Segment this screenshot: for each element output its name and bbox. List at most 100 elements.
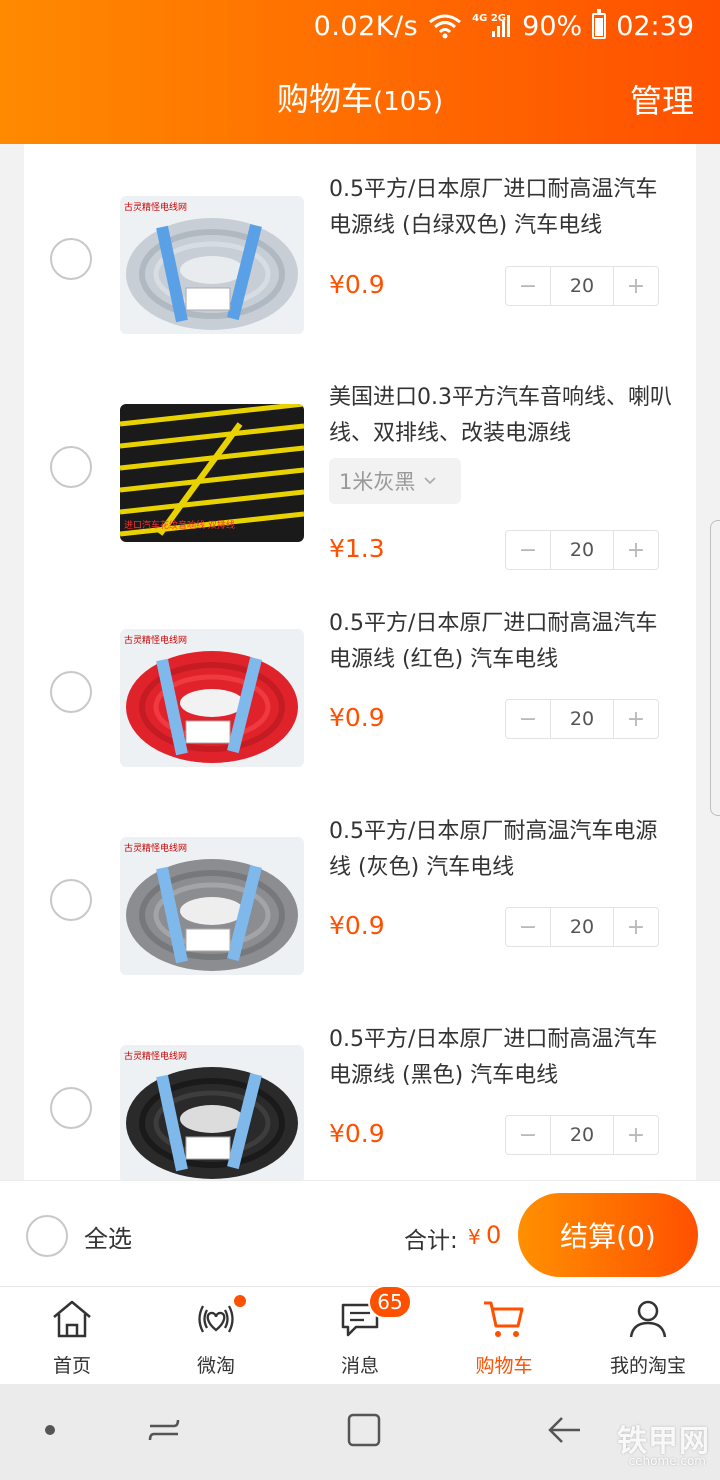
item-title[interactable]: 0.5平方/日本原厂进口耐高温汽车电源线 (红色) 汽车电线	[329, 606, 679, 678]
quantity-field[interactable]: 20	[550, 1116, 614, 1154]
tab-messages[interactable]: 65 消息	[288, 1285, 432, 1385]
increase-button[interactable]: +	[614, 1116, 658, 1154]
select-all-label[interactable]: 全选	[84, 1219, 132, 1254]
user-icon	[629, 1300, 667, 1338]
battery-icon	[592, 9, 607, 39]
home-button-icon[interactable]	[346, 1412, 382, 1448]
cart-item: 古灵精怪电线网 0.5平方/日本原厂进口耐高温汽车电源线 (黑色) 汽车电线 ¥…	[24, 1002, 696, 1180]
image-watermark: 进口汽车花纹音响线 双排线	[124, 521, 235, 531]
total-value: 0	[486, 1221, 502, 1249]
increase-button[interactable]: +	[614, 908, 658, 946]
cart-list[interactable]: 古灵精怪电线网 0.5平方/日本原厂进口耐高温汽车电源线 (白绿双色) 汽车电线…	[24, 144, 696, 1180]
quantity-field[interactable]: 20	[550, 700, 614, 738]
quantity-field[interactable]: 20	[550, 531, 614, 569]
currency-symbol: ¥	[329, 911, 345, 940]
quantity-stepper: − 20 +	[505, 699, 659, 739]
quantity-stepper: − 20 +	[505, 530, 659, 570]
tab-home[interactable]: 首页	[0, 1287, 144, 1385]
image-watermark: 古灵精怪电线网	[124, 844, 188, 854]
image-watermark: 古灵精怪电线网	[124, 636, 188, 646]
tab-weitao[interactable]: 微淘	[144, 1287, 288, 1385]
image-watermark: 古灵精怪电线网	[124, 1052, 188, 1062]
item-title[interactable]: 0.5平方/日本原厂进口耐高温汽车电源线 (黑色) 汽车电线	[329, 1022, 679, 1094]
system-nav-bar: 铁甲网 cehome.com	[0, 1384, 720, 1480]
quantity-stepper: − 20 +	[505, 266, 659, 306]
item-price: ¥0.9	[329, 270, 385, 299]
manage-button[interactable]: 管理	[630, 76, 694, 122]
item-title[interactable]: 美国进口0.3平方汽车音响线、喇叭线、双排线、改装电源线	[329, 380, 679, 452]
total-label: 合计:	[404, 1228, 458, 1254]
cart-count: (105)	[373, 87, 443, 117]
wifi-icon	[429, 14, 462, 39]
signal-icon: 4G 2G	[472, 13, 512, 39]
increase-button[interactable]: +	[614, 531, 658, 569]
battery-percent: 90%	[522, 10, 583, 42]
increase-button[interactable]: +	[614, 267, 658, 305]
image-watermark: 古灵精怪电线网	[124, 203, 188, 213]
tab-label: 消息	[340, 1355, 379, 1377]
product-image[interactable]: 古灵精怪电线网	[120, 837, 304, 975]
price-value: 0.9	[344, 911, 385, 940]
item-price: ¥1.3	[329, 534, 385, 563]
page-title-text: 购物车	[277, 80, 374, 118]
quantity-field[interactable]: 20	[550, 267, 614, 305]
product-image[interactable]: 古灵精怪电线网	[120, 196, 304, 334]
price-value: 0.9	[344, 270, 385, 299]
item-price: ¥0.9	[329, 1119, 385, 1148]
tab-cart[interactable]: 购物车	[432, 1287, 576, 1385]
checkout-bar: 全选 合计: ¥ 0 结算(0)	[0, 1180, 720, 1286]
item-select-radio[interactable]	[50, 879, 92, 921]
cart-item: 进口汽车花纹音响线 双排线 美国进口0.3平方汽车音响线、喇叭线、双排线、改装电…	[24, 364, 696, 584]
cart-item: 古灵精怪电线网 0.5平方/日本原厂进口耐高温汽车电源线 (红色) 汽车电线 ¥…	[24, 584, 696, 794]
product-image[interactable]: 进口汽车花纹音响线 双排线	[120, 404, 304, 542]
select-all-radio[interactable]	[26, 1215, 68, 1257]
price-value: 0.9	[344, 1119, 385, 1148]
net-speed: 0.02K/s	[313, 10, 419, 42]
status-bar: 0.02K/s 4G 2G 90% 02:39	[314, 8, 694, 44]
quantity-field[interactable]: 20	[550, 908, 614, 946]
wire-coil-image	[120, 837, 304, 975]
back-icon[interactable]	[546, 1412, 582, 1448]
decrease-button[interactable]: −	[506, 1116, 550, 1154]
cart-item: 古灵精怪电线网 0.5平方/日本原厂耐高温汽车电源线 (灰色) 汽车电线 ¥0.…	[24, 794, 696, 1002]
tab-label: 我的淘宝	[609, 1355, 686, 1377]
price-value: 1.3	[344, 534, 385, 563]
product-image[interactable]: 古灵精怪电线网	[120, 629, 304, 767]
decrease-button[interactable]: −	[506, 700, 550, 738]
item-select-radio[interactable]	[50, 238, 92, 280]
sku-selector[interactable]: 1米灰黑	[329, 458, 461, 504]
quantity-stepper: − 20 +	[505, 907, 659, 947]
item-select-radio[interactable]	[50, 446, 92, 488]
recent-apps-icon[interactable]	[146, 1412, 182, 1448]
decrease-button[interactable]: −	[506, 531, 550, 569]
product-image[interactable]: 古灵精怪电线网	[120, 1045, 304, 1180]
decrease-button[interactable]: −	[506, 267, 550, 305]
clock: 02:39	[616, 10, 694, 42]
message-count-badge: 65	[368, 1285, 412, 1319]
dot-icon	[45, 1425, 55, 1435]
price-value: 0.9	[344, 703, 385, 732]
item-title[interactable]: 0.5平方/日本原厂进口耐高温汽车电源线 (白绿双色) 汽车电线	[329, 172, 679, 244]
tab-label: 微淘	[196, 1355, 235, 1377]
broadcast-heart-icon	[198, 1305, 234, 1333]
item-select-radio[interactable]	[50, 1087, 92, 1129]
total-currency: ¥	[468, 1225, 481, 1249]
watermark: 铁甲网 cehome.com	[598, 1416, 710, 1476]
sku-label: 1米灰黑	[339, 470, 416, 494]
wire-coil-image	[120, 629, 304, 767]
tab-my-taobao[interactable]: 我的淘宝	[576, 1287, 720, 1385]
item-price: ¥0.9	[329, 911, 385, 940]
page-title: 购物车(105)	[0, 74, 720, 120]
currency-symbol: ¥	[329, 1119, 345, 1148]
watermark-sub: cehome.com	[628, 1454, 706, 1468]
tab-bar: 首页 微淘 65 消息 购物车 我的淘宝	[0, 1285, 720, 1385]
item-select-radio[interactable]	[50, 671, 92, 713]
scroll-indicator[interactable]	[710, 520, 720, 816]
checkout-button[interactable]: 结算(0)	[518, 1193, 698, 1277]
item-title[interactable]: 0.5平方/日本原厂耐高温汽车电源线 (灰色) 汽车电线	[329, 814, 679, 886]
wire-coil-image	[120, 1045, 304, 1180]
header: 0.02K/s 4G 2G 90% 02:39 购物车(105) 管理	[0, 0, 720, 144]
increase-button[interactable]: +	[614, 700, 658, 738]
decrease-button[interactable]: −	[506, 908, 550, 946]
currency-symbol: ¥	[329, 534, 345, 563]
